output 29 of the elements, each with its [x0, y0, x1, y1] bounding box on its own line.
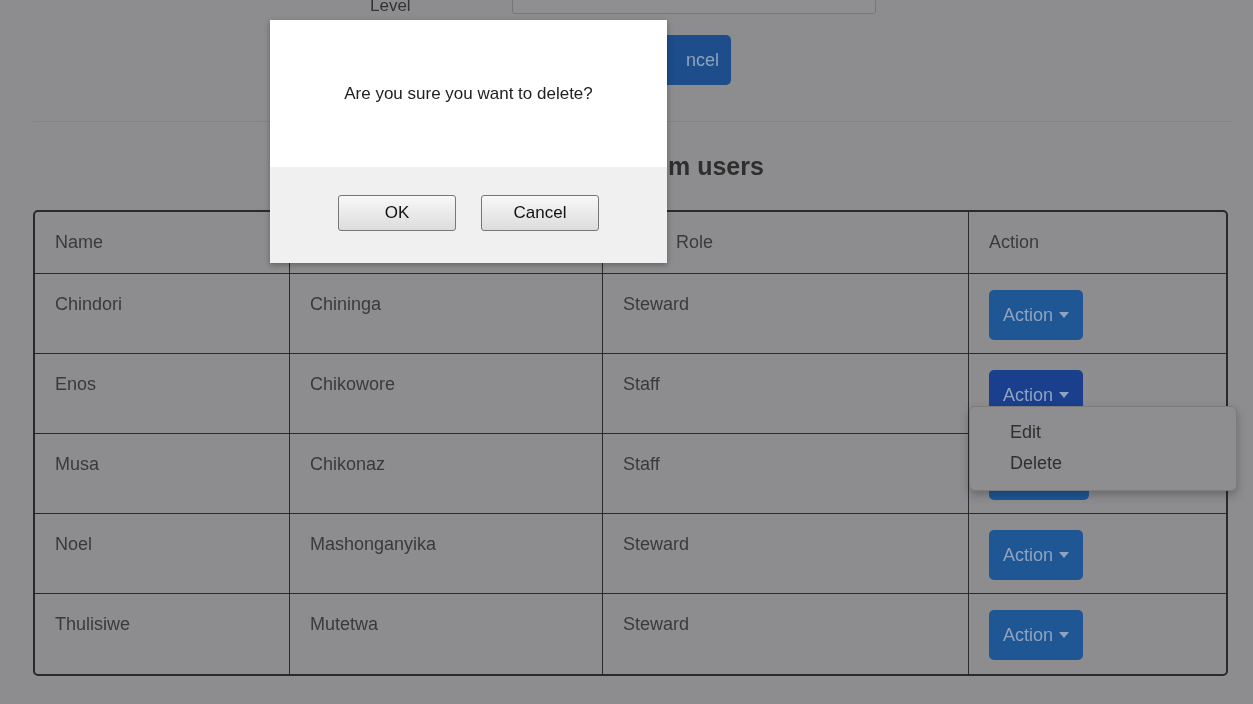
- action-dropdown-button[interactable]: Action: [989, 290, 1084, 340]
- menu-item[interactable]: Delete: [970, 448, 1236, 480]
- table-cell: Mutetwa: [290, 594, 603, 674]
- table-cell: Thulisiwe: [35, 594, 290, 674]
- table-cell: Steward: [603, 514, 969, 594]
- section-heading: m users: [668, 151, 764, 181]
- caret-icon: [1059, 552, 1070, 558]
- table-cell: Steward: [603, 594, 969, 674]
- table-cell: Musa: [35, 434, 290, 514]
- column-header: Action: [969, 212, 1226, 274]
- dialog-message: Are you sure you want to delete?: [344, 83, 593, 104]
- dialog-button[interactable]: Cancel: [481, 195, 599, 231]
- table-cell: Chindori: [35, 274, 290, 354]
- table-cell: Enos: [35, 354, 290, 434]
- table-cell: Noel: [35, 514, 290, 594]
- table-cell: Chikonaz: [290, 434, 603, 514]
- caret-icon: [1059, 392, 1070, 398]
- table-cell: Staff: [603, 434, 969, 514]
- caret-icon: [1059, 632, 1070, 638]
- menu-item[interactable]: Edit: [970, 417, 1236, 449]
- dialog-button[interactable]: OK: [338, 195, 456, 231]
- table-cell: Mashonganyika: [290, 514, 603, 594]
- table-cell: Staff: [603, 354, 969, 434]
- table-cell: Chikowore: [290, 354, 603, 434]
- table-cell: Chininga: [290, 274, 603, 354]
- action-dropdown-button[interactable]: Action: [989, 530, 1084, 580]
- table-cell: Steward: [603, 274, 969, 354]
- caret-icon: [1059, 312, 1070, 318]
- action-dropdown-button[interactable]: Action: [989, 610, 1084, 660]
